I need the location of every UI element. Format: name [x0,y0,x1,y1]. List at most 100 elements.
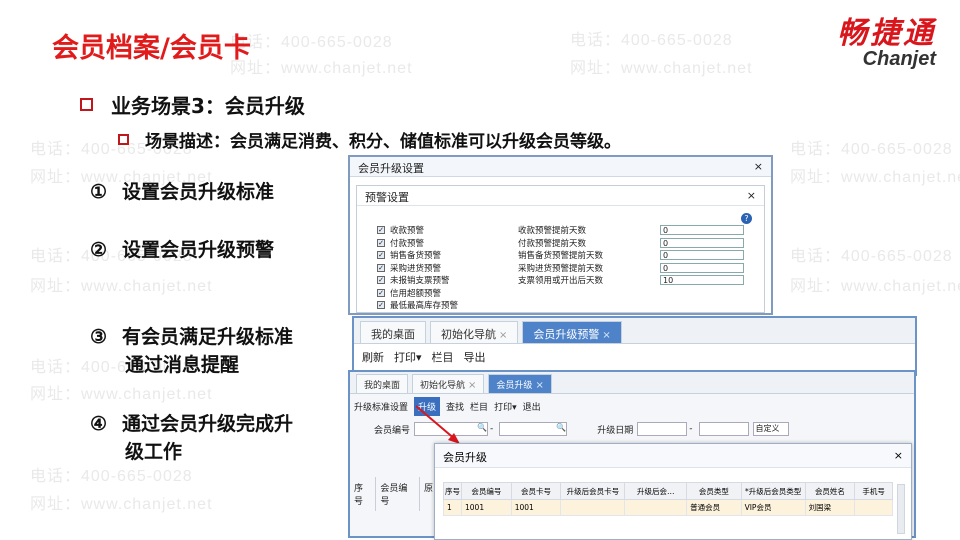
table-cell [624,499,688,516]
step-2: ② 设置会员升级预警 [90,236,274,264]
tab-init-nav[interactable]: 初始化导航 × [430,321,519,343]
window-titlebar: 会员升级设置 × [350,157,771,177]
close-icon[interactable]: × [754,160,763,173]
date-to-input[interactable] [698,422,749,436]
refresh-button[interactable]: 刷新 [362,349,384,365]
alert-row: ✓ 未报销支票预警 支票领用或开出后天数 10 [377,274,744,287]
alert-settings-panel: 预警设置 × ? ✓ 收款预警 收款预警提前天数 0 ✓ 付款预警 付款预警提前天数 0 ✓… [356,185,765,313]
table-cell: 1 [443,499,462,516]
close-icon[interactable]: × [499,330,507,341]
watermark-site: 网址：www.chanjet.net [30,386,213,403]
checkbox[interactable]: ✓ [377,238,385,247]
table-header-row: 序号 会员编号 会员卡号 升级后会员卡号 升级后会… 会员类型 *升级后会员类型… [443,482,893,500]
field-label: 收款预警提前天数 [518,226,587,237]
columns-button[interactable]: 栏目 [470,400,488,413]
days-input[interactable]: 10 [660,275,744,286]
exit-button[interactable]: 退出 [523,400,541,413]
watermark-site: 网址：www.chanjet.net [230,60,413,77]
upgrade-standard-button[interactable]: 升级标准设置 [354,400,408,413]
step-3: ③ 有会员满足升级标准 通过消息提醒 [90,323,293,379]
upgrade-settings-window: 会员升级设置 × 预警设置 × ? ✓ 收款预警 收款预警提前天数 0 ✓ 付款预警 付款… [348,155,773,315]
watermark-phone: 电话：400-665-0028 [790,248,953,265]
tab-init-nav[interactable]: 初始化导航 × [412,374,485,393]
bullet-description: 场景描述：会员满足消费、积分、储值标准可以升级会员等级。 [118,127,621,152]
member-upgrade-dialog: 会员升级 × 序号 会员编号 会员卡号 升级后会员卡号 升级后会… 会员类型 *… [434,443,912,540]
tab-upgrade-alert[interactable]: 会员升级预警 × [522,321,622,343]
alert-row: ✓ 销售备货预警 销售备货预警提前天数 0 [377,249,744,262]
step-number: ① [90,181,108,203]
alert-rows: ✓ 收款预警 收款预警提前天数 0 ✓ 付款预警 付款预警提前天数 0 ✓ 销售备货预警 销售备… [377,224,744,312]
checkbox-label: 采购进货预警 [390,263,442,274]
days-input[interactable]: 0 [660,237,744,248]
step-text: 通过会员升级完成升 [122,413,294,435]
upgrade-table: 序号 会员编号 会员卡号 升级后会员卡号 升级后会… 会员类型 *升级后会员类型… [443,482,893,516]
page-title: 会员档案/会员卡 [52,33,251,64]
checkbox-label: 未报销支票预警 [390,276,450,287]
watermark-site: 网址：www.chanjet.net [30,496,213,513]
column-header: 序号 [443,482,462,500]
column-header: 升级后会员卡号 [560,482,626,500]
tab-member-upgrade[interactable]: 会员升级 × [488,374,552,393]
field-label: 采购进货预警提前天数 [518,263,604,274]
watermark-site: 网址：www.chanjet.net [570,60,753,77]
step-number: ④ [90,413,108,435]
days-input[interactable]: 0 [660,262,744,273]
column-header: 会员编号 [376,477,420,511]
table-cell[interactable] [560,499,626,516]
table-cell [854,499,893,516]
checkbox[interactable]: ✓ [377,276,385,285]
tab-desktop[interactable]: 我的桌面 [360,321,426,343]
scrollbar[interactable] [897,484,905,534]
upgrade-date-label: 升级日期 [597,425,634,436]
tab-label: 初始化导航 [420,381,466,391]
print-button[interactable]: 打印▾ [494,400,517,413]
step-text: 设置会员升级预警 [122,239,275,261]
member-no-input-to[interactable]: 🔍 [499,422,568,436]
checkbox[interactable]: ✓ [377,301,385,310]
chanjet-logo: 畅捷通 Chanjet [837,8,936,71]
tab-label: 我的桌面 [371,328,415,341]
watermark-site: 网址：www.chanjet.net [790,278,960,295]
bullet-scenario: 业务场景3：会员升级 [80,90,305,119]
date-from-input[interactable] [637,422,688,436]
close-icon[interactable]: × [535,380,543,391]
field-label: 付款预警提前天数 [518,238,587,249]
square-bullet-icon [118,134,129,145]
checkbox[interactable]: ✓ [377,226,385,235]
close-icon[interactable]: × [747,189,756,202]
step-text-cont: 级工作 [125,441,183,463]
checkbox[interactable]: ✓ [377,251,385,260]
close-icon[interactable]: × [602,330,610,341]
watermark-site: 网址：www.chanjet.net [30,278,213,295]
window-title: 会员升级设置 [358,162,424,175]
column-header: 会员类型 [686,482,742,500]
alert-row: ✓ 收款预警 收款预警提前天数 0 [377,224,744,237]
watermark-phone: 电话：400-665-0028 [570,32,733,49]
column-header: 会员编号 [461,482,512,500]
checkbox[interactable]: ✓ [377,263,385,272]
bullet-description-text: 场景描述：会员满足消费、积分、储值标准可以升级会员等级。 [145,132,621,152]
upgrade-alert-window: 我的桌面 初始化导航 × 会员升级预警 × 刷新 打印▾ 栏目 导出 [352,316,917,376]
column-header: 会员卡号 [510,482,562,500]
export-button[interactable]: 导出 [464,349,486,365]
days-input[interactable]: 0 [660,225,744,236]
print-button[interactable]: 打印▾ [394,349,422,365]
field-label: 销售备货预警提前天数 [518,251,604,262]
table-row[interactable]: 1 1001 1001 普通会员 VIP会员 刘国梁 [443,499,893,516]
close-icon[interactable]: × [894,449,903,462]
close-icon[interactable]: × [468,380,476,391]
logo-cn: 畅捷通 [837,16,936,51]
checkbox[interactable]: ✓ [377,288,385,297]
table-cell[interactable]: VIP会员 [740,499,806,516]
alert-row: ✓ 最低最高库存预警 [377,299,744,312]
column-header: 会员姓名 [804,482,856,500]
columns-button[interactable]: 栏目 [432,349,454,365]
checkbox-label: 付款预警 [390,238,425,249]
custom-select[interactable]: 自定义 [752,422,789,436]
days-input[interactable]: 0 [660,250,744,261]
tab-bar: 我的桌面 初始化导航 × 会员升级预警 × [354,318,915,344]
help-icon[interactable]: ? [741,213,752,224]
alert-row: ✓ 采购进货预警 采购进货预警提前天数 0 [377,262,744,275]
tab-desktop[interactable]: 我的桌面 [356,374,409,393]
tab-label: 会员升级预警 [533,328,600,341]
